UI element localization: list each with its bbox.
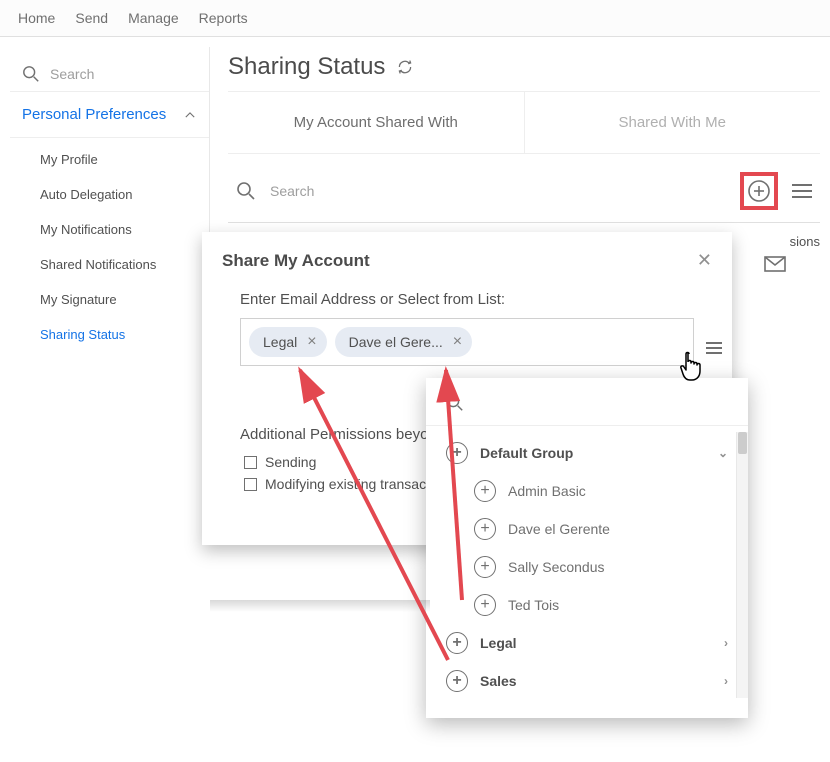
sidebar-section-label: Personal Preferences (22, 106, 166, 123)
user-ted[interactable]: Ted Tois (426, 586, 748, 624)
sidebar-item-auto-delegation[interactable]: Auto Delegation (10, 177, 209, 212)
user-label: Ted Tois (508, 597, 559, 613)
group-default[interactable]: Default Group ⌄ (426, 434, 748, 472)
chevron-right-icon: › (724, 674, 728, 688)
refresh-icon[interactable] (397, 59, 413, 75)
checkbox-label: Sending (265, 454, 316, 470)
plus-circle-icon[interactable] (446, 632, 468, 654)
checkbox-label: Modifying existing transacti (265, 476, 433, 492)
nav-send[interactable]: Send (75, 10, 108, 26)
chip-dave[interactable]: Dave el Gere... × (335, 327, 473, 357)
sidebar-search-placeholder: Search (50, 66, 94, 82)
add-button[interactable] (746, 178, 772, 204)
chip-legal[interactable]: Legal × (249, 327, 327, 357)
group-label: Default Group (480, 445, 573, 461)
chip-label: Legal (263, 334, 297, 350)
recipient-prompt: Enter Email Address or Select from List: (240, 291, 712, 308)
scrollbar[interactable] (736, 432, 748, 698)
plus-circle-icon[interactable] (474, 556, 496, 578)
menu-button[interactable] (792, 184, 812, 198)
sidebar-items: My Profile Auto Delegation My Notificati… (10, 138, 209, 356)
user-sally[interactable]: Sally Secondus (426, 548, 748, 586)
top-nav: Home Send Manage Reports (0, 0, 830, 37)
nav-manage[interactable]: Manage (128, 10, 179, 26)
search-icon (22, 65, 40, 83)
dialog-shadow (210, 600, 430, 612)
tabs: My Account Shared With Shared With Me (228, 92, 820, 154)
sidebar-section-header[interactable]: Personal Preferences (10, 92, 209, 138)
tab-shared-with-me[interactable]: Shared With Me (524, 92, 821, 153)
chevron-right-icon: › (724, 636, 728, 650)
chip-remove-icon[interactable]: × (453, 333, 462, 351)
envelope-icon[interactable] (764, 256, 786, 275)
content-search-placeholder: Search (270, 183, 314, 199)
search-icon (446, 394, 464, 412)
group-label: Legal (480, 635, 517, 651)
group-legal[interactable]: Legal › (426, 624, 748, 662)
permissions-header-fragment: sions (790, 224, 820, 259)
recipient-input[interactable]: Legal × Dave el Gere... × (240, 318, 694, 366)
sidebar-item-shared-notifications[interactable]: Shared Notifications (10, 247, 209, 282)
dropdown-search[interactable] (426, 388, 748, 426)
user-label: Sally Secondus (508, 559, 605, 575)
nav-reports[interactable]: Reports (199, 10, 248, 26)
checkbox-icon (244, 456, 257, 469)
nav-home[interactable]: Home (18, 10, 55, 26)
sidebar-item-my-signature[interactable]: My Signature (10, 282, 209, 317)
sidebar-search[interactable]: Search (10, 57, 209, 92)
plus-circle-icon[interactable] (474, 518, 496, 540)
user-label: Admin Basic (508, 483, 586, 499)
sidebar-item-my-profile[interactable]: My Profile (10, 142, 209, 177)
plus-circle-icon (747, 179, 771, 203)
group-label: Sales (480, 673, 517, 689)
sidebar-item-my-notifications[interactable]: My Notifications (10, 212, 209, 247)
plus-circle-icon[interactable] (474, 480, 496, 502)
plus-circle-icon[interactable] (446, 442, 468, 464)
tab-my-account-shared-with[interactable]: My Account Shared With (228, 92, 524, 153)
close-button[interactable]: ✕ (697, 250, 712, 271)
user-admin-basic[interactable]: Admin Basic (426, 472, 748, 510)
chip-remove-icon[interactable]: × (307, 333, 316, 351)
recipient-dropdown: Default Group ⌄ Admin Basic Dave el Gere… (426, 378, 748, 718)
dialog-title: Share My Account (222, 251, 370, 271)
content-search[interactable]: Search (236, 181, 726, 201)
user-label: Dave el Gerente (508, 521, 610, 537)
chip-label: Dave el Gere... (349, 334, 443, 350)
add-button-highlight (740, 172, 778, 210)
chevron-up-icon (183, 108, 197, 122)
sidebar: Search Personal Preferences My Profile A… (10, 47, 210, 356)
page-title: Sharing Status (228, 53, 385, 81)
chevron-down-icon: ⌄ (718, 446, 728, 460)
user-dave[interactable]: Dave el Gerente (426, 510, 748, 548)
plus-circle-icon[interactable] (474, 594, 496, 616)
sidebar-item-sharing-status[interactable]: Sharing Status (10, 317, 209, 352)
group-sales[interactable]: Sales › (426, 662, 748, 700)
search-icon (236, 181, 256, 201)
checkbox-icon (244, 478, 257, 491)
recipient-list-toggle[interactable] (706, 342, 722, 354)
plus-circle-icon[interactable] (446, 670, 468, 692)
